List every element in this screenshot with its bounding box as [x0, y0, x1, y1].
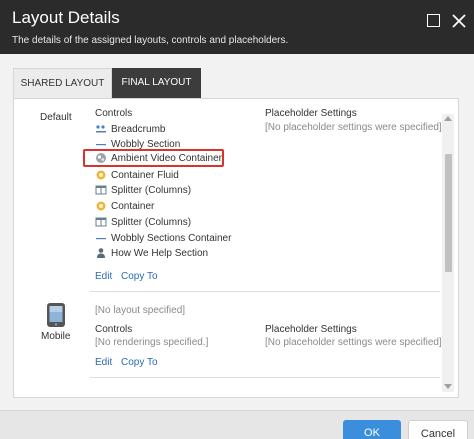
splitter-icon [95, 185, 107, 195]
panel-scrollbar[interactable] [442, 114, 454, 392]
dialog-title: Layout Details [12, 8, 120, 27]
tab-shared-layout[interactable]: SHARED LAYOUT [13, 68, 112, 98]
control-label: How We Help Section [111, 247, 209, 259]
device-label-default: Default [40, 112, 72, 123]
ok-button[interactable]: OK [343, 420, 401, 439]
control-label: Wobbly Sections Container [111, 232, 232, 244]
control-label: Splitter (Columns) [111, 216, 192, 228]
control-label: Splitter (Columns) [111, 184, 192, 196]
mobile-placeholder-settings-empty: [No placeholder settings were specified] [265, 337, 442, 348]
scroll-down-arrow-icon[interactable] [444, 384, 452, 389]
control-item[interactable]: Splitter (Columns) [95, 183, 191, 197]
tab-final-layout[interactable]: FINAL LAYOUT [112, 68, 201, 98]
dialog-titlebar: Layout Details The details of the assign… [0, 0, 474, 54]
device-divider [90, 291, 440, 292]
device-divider [90, 377, 440, 378]
layout-panel: Default Controls Placeholder Settings [N… [13, 98, 459, 398]
mobile-placeholder-settings-header: Placeholder Settings [265, 324, 357, 335]
control-item[interactable]: Wobbly Sections Container [95, 231, 231, 245]
mobile-copy-to-link[interactable]: Copy To [121, 357, 158, 368]
container-icon [96, 170, 106, 180]
default-edit-link[interactable]: Edit [95, 271, 112, 282]
placeholder-settings-header: Placeholder Settings [265, 108, 357, 119]
person-icon [97, 248, 105, 258]
default-copy-to-link[interactable]: Copy To [121, 271, 158, 282]
maximize-icon [427, 14, 440, 27]
dash-icon [96, 238, 106, 240]
control-item[interactable]: Container [95, 199, 154, 213]
placeholder-settings-empty: [No placeholder settings were specified] [265, 122, 442, 133]
scroll-thumb[interactable] [445, 154, 452, 272]
control-item-ambient-video-container[interactable]: Ambient Video Container [95, 151, 222, 165]
breadcrumb-icon [96, 125, 106, 133]
layout-tabs: SHARED LAYOUT FINAL LAYOUT [13, 68, 201, 98]
mobile-controls-empty: [No renderings specified.] [95, 337, 209, 348]
control-item[interactable]: Container Fluid [95, 168, 179, 182]
scroll-up-arrow-icon[interactable] [444, 116, 452, 121]
close-button[interactable] [451, 13, 467, 29]
splitter-icon [95, 217, 107, 227]
control-label: Breadcrumb [111, 123, 166, 135]
mobile-edit-link[interactable]: Edit [95, 357, 112, 368]
dialog-subtitle: The details of the assigned layouts, con… [12, 35, 289, 46]
container-icon [96, 201, 106, 211]
maximize-button[interactable] [426, 13, 442, 29]
cancel-button[interactable]: Cancel [408, 420, 468, 439]
control-label: Ambient Video Container [111, 152, 222, 164]
control-item[interactable]: How We Help Section [95, 246, 208, 260]
mobile-layout-empty: [No layout specified] [95, 305, 186, 316]
control-item[interactable]: Splitter (Columns) [95, 215, 191, 229]
video-container-icon [96, 153, 106, 163]
control-label: Container [111, 200, 155, 212]
control-label: Container Fluid [111, 169, 179, 181]
close-icon [452, 14, 466, 28]
control-item[interactable]: Breadcrumb [95, 122, 165, 136]
mobile-controls-header: Controls [95, 324, 133, 335]
control-label: Wobbly Section [111, 138, 181, 150]
dialog-footer: OK Cancel [0, 410, 474, 439]
device-label-mobile: Mobile [41, 331, 71, 342]
mobile-device-icon [47, 303, 65, 327]
controls-header: Controls [95, 108, 133, 119]
